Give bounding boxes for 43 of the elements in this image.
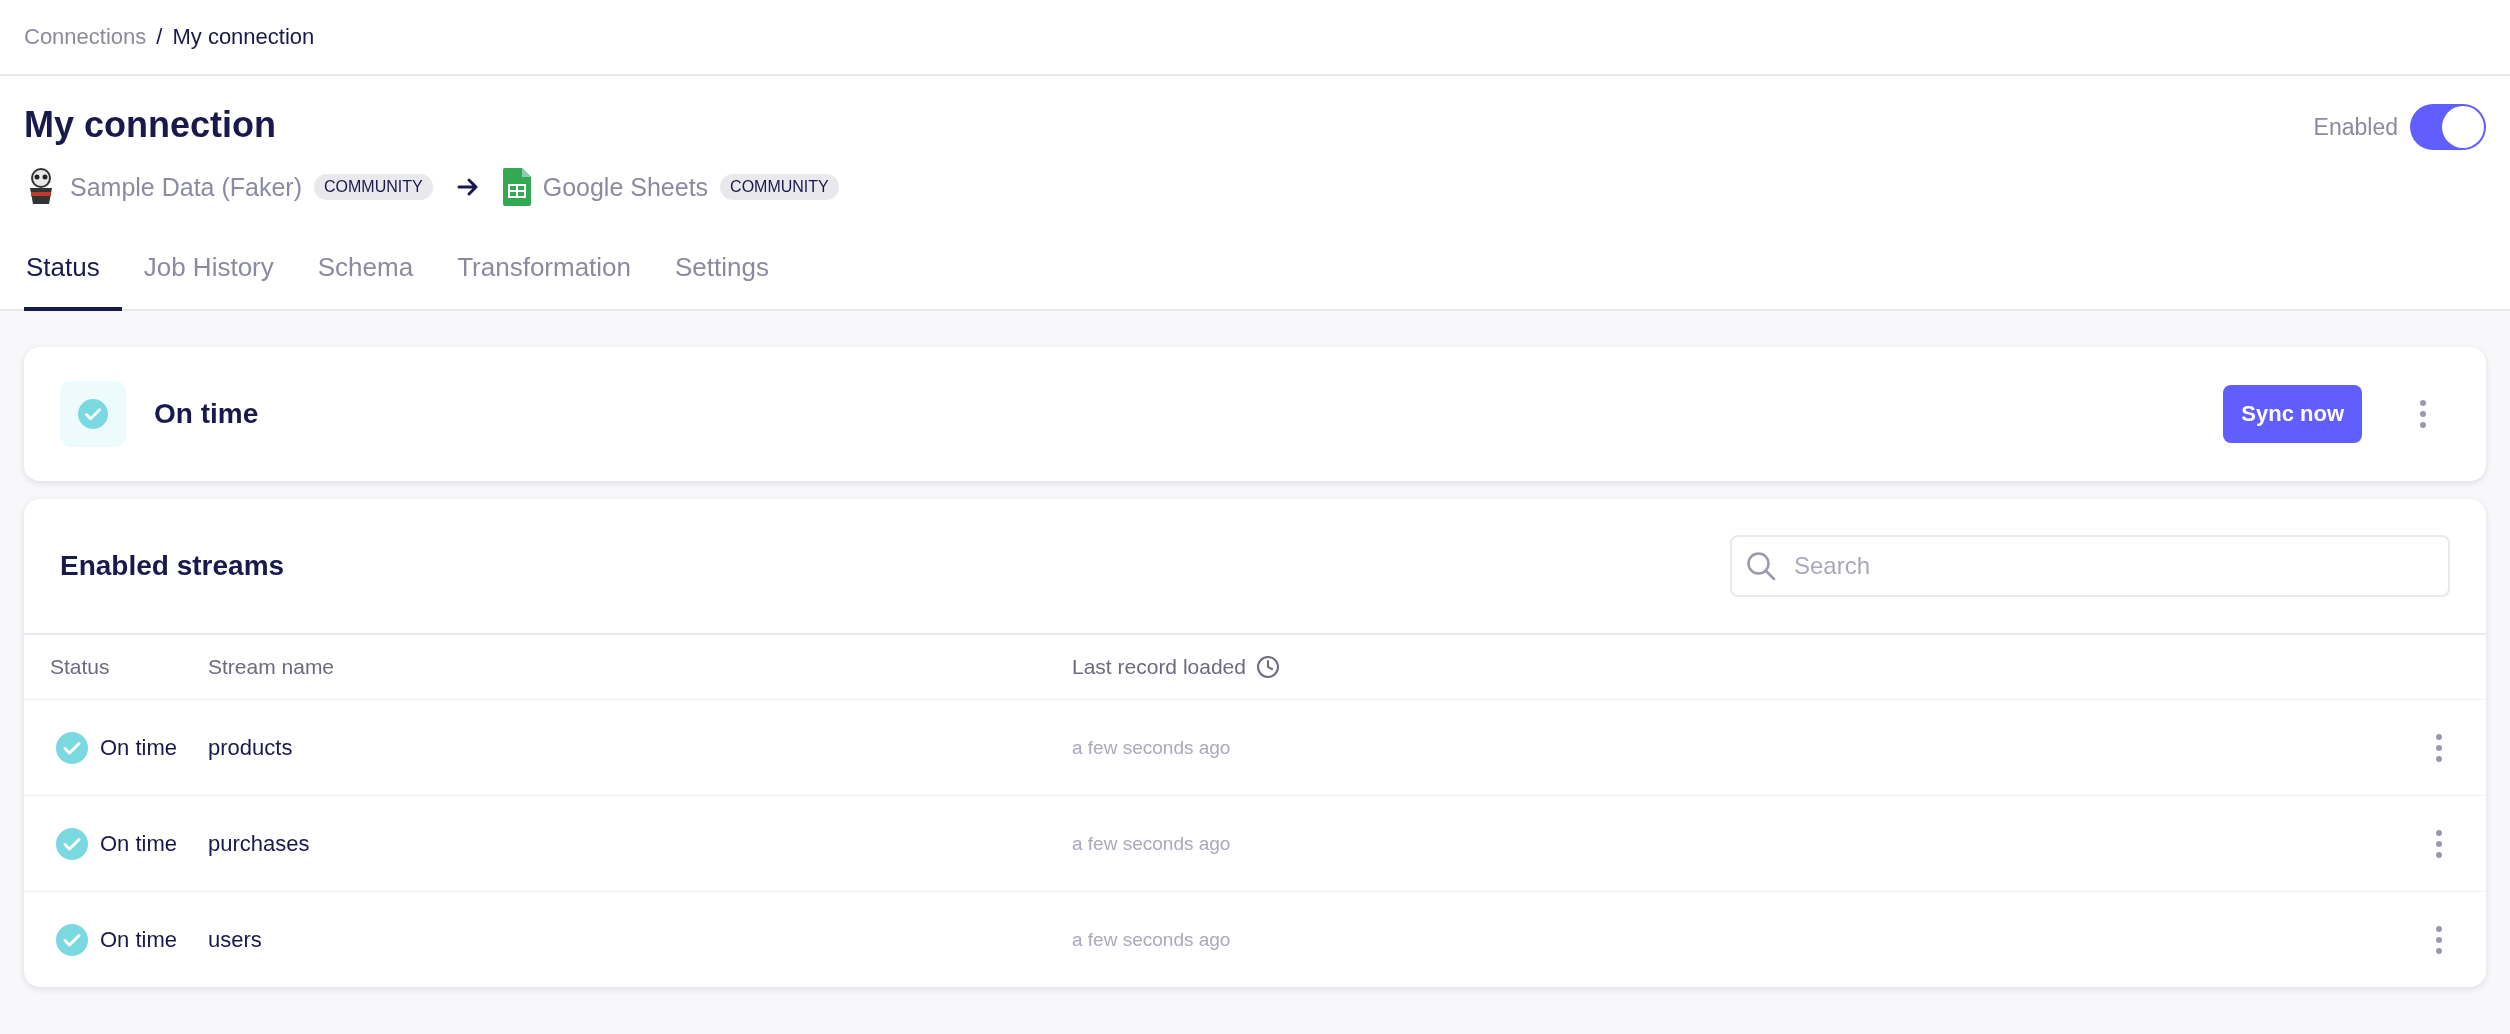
community-badge: COMMUNITY [314,174,433,200]
stream-status: On time [100,734,178,761]
check-circle-icon [56,731,88,764]
check-circle-icon [56,827,88,860]
enabled-toggle[interactable] [2410,104,2486,150]
destination-name: Google Sheets [542,172,709,202]
more-options-icon[interactable] [2434,924,2444,955]
breadcrumb-current: My connection [172,24,315,50]
last-record-time: a few seconds ago [1072,928,1231,951]
community-badge: COMMUNITY [720,174,839,200]
tab[interactable]: Job History [121,252,296,311]
tab[interactable]: Transformation [435,252,654,311]
column-header: Status [50,655,110,679]
clock-icon [1255,655,1280,679]
last-record-time: a few seconds ago [1072,832,1231,855]
connection-title: My connection [24,104,278,146]
stream-status: On time [100,830,178,857]
breadcrumb-separator: / [156,24,163,50]
column-header: Last record loaded [1072,655,1246,679]
more-options-icon[interactable] [2434,732,2444,763]
sync-now-button[interactable]: Sync now [2223,385,2362,443]
stream-name: users [208,926,262,953]
connection-status: On time [154,398,260,430]
search-icon [1746,551,1776,581]
tab[interactable]: Settings [653,252,791,311]
enabled-label: Enabled [2313,113,2398,141]
more-options-icon[interactable] [2418,399,2428,429]
source-name: Sample Data (Faker) [70,172,303,202]
column-header: Stream name [208,655,335,679]
stream-status: On time [100,926,178,953]
last-record-time: a few seconds ago [1072,736,1231,759]
tab[interactable]: Schema [295,252,436,311]
check-circle-icon [78,399,108,429]
stream-name: purchases [208,830,310,857]
streams-title: Enabled streams [60,550,285,582]
tab[interactable]: Status [24,252,122,311]
arrow-right-icon [456,177,479,197]
check-circle-icon [56,923,88,956]
breadcrumb-link[interactable]: Connections [24,24,147,50]
spreadsheet-icon [502,168,531,206]
more-options-icon[interactable] [2434,828,2444,859]
stream-name: products [208,734,293,761]
search-field[interactable]: Search [1730,535,2450,597]
